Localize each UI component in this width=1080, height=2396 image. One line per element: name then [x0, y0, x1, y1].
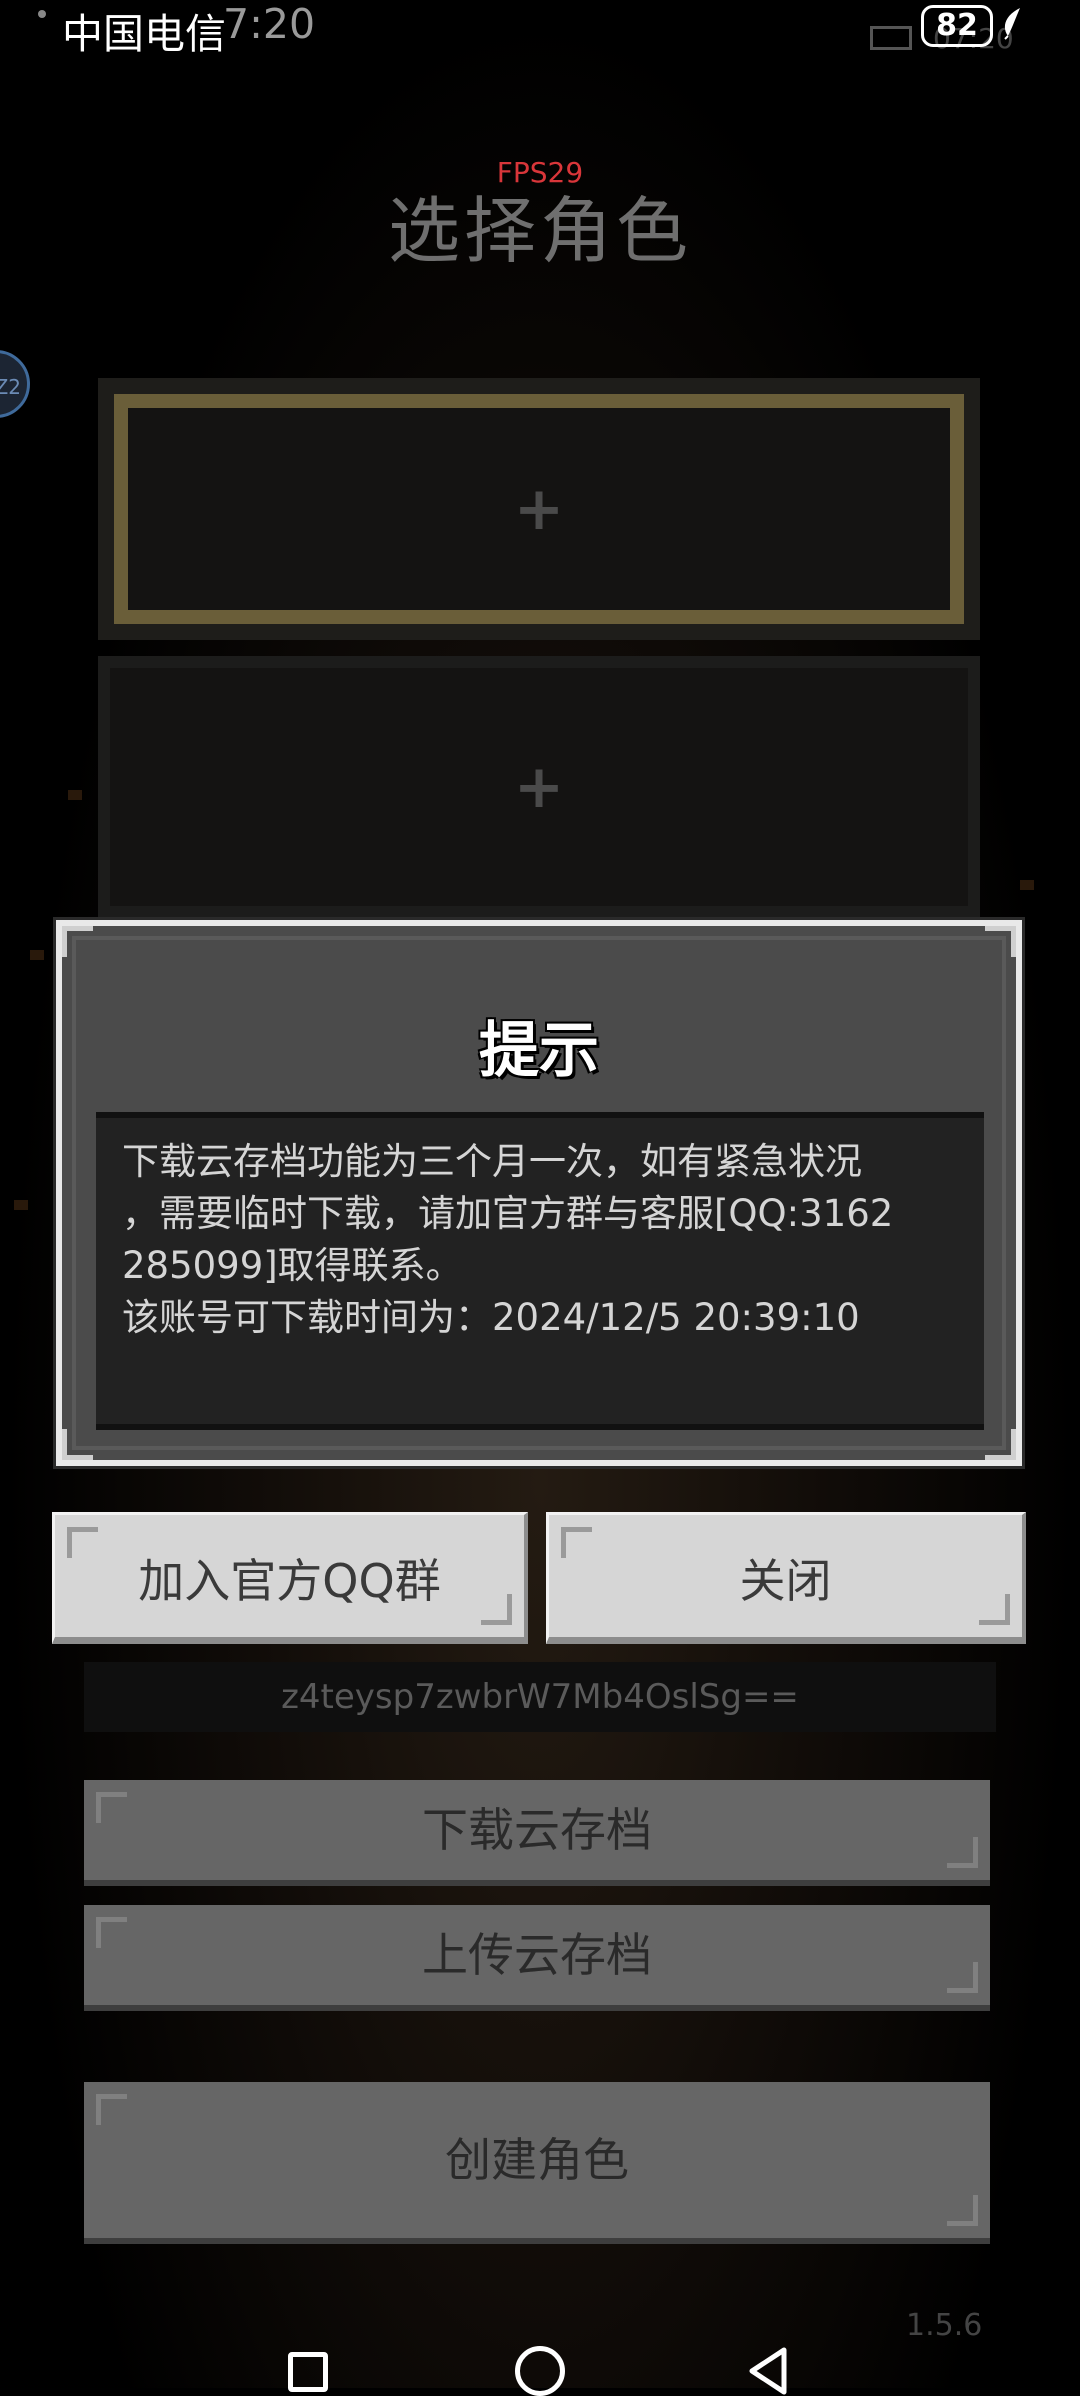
- ember-decoration: [14, 1200, 28, 1210]
- dialog-title: 提示: [479, 1016, 599, 1086]
- status-bar: 中国电信 7:20 07:20 82: [0, 0, 1080, 58]
- page-title: 选择角色: [387, 189, 692, 273]
- corner-decoration: [947, 1837, 978, 1868]
- message-line: 下载云存档功能为三个月一次，如有紧急状况: [122, 1140, 862, 1183]
- corner-decoration: [985, 926, 1016, 957]
- download-cloud-save-button[interactable]: 下载云存档: [84, 1780, 990, 1886]
- corner-decoration: [62, 926, 93, 957]
- create-character-label: 创建角色: [445, 2133, 629, 2187]
- notice-dialog: 提示 下载云存档功能为三个月一次，如有紧急状况 ，需要临时下载，请加官方群与客服…: [56, 920, 1022, 1466]
- corner-decoration: [561, 1527, 592, 1558]
- ember-decoration: [68, 790, 82, 800]
- corner-decoration: [96, 1792, 127, 1823]
- account-code: z4teysp7zwbrW7Mb4OslSg==: [84, 1662, 996, 1732]
- corner-decoration: [985, 1429, 1016, 1460]
- corner-decoration: [947, 1962, 978, 1993]
- create-character-button[interactable]: 创建角色: [84, 2082, 990, 2244]
- corner-decoration: [947, 2195, 978, 2226]
- small-battery-icon: [870, 26, 912, 50]
- battery-level: 82: [921, 5, 993, 47]
- message-line: ，需要临时下载，请加官方群与客服[QQ:3162: [122, 1192, 894, 1235]
- character-slot-2[interactable]: +: [98, 656, 980, 918]
- close-button[interactable]: 关闭: [546, 1512, 1026, 1644]
- message-line: 该账号可下载时间为：2024/12/5 20:39:10: [122, 1296, 860, 1339]
- ember-decoration: [30, 950, 44, 960]
- leaf-icon: [1004, 8, 1020, 40]
- character-slot-1[interactable]: +: [98, 378, 980, 640]
- corner-decoration: [979, 1594, 1010, 1625]
- message-line: 285099]取得联系。: [122, 1244, 463, 1287]
- version-label: 1.5.6: [906, 2308, 983, 2343]
- dialog-message: 下载云存档功能为三个月一次，如有紧急状况 ，需要临时下载，请加官方群与客服[QQ…: [96, 1112, 984, 1430]
- join-qq-group-button[interactable]: 加入官方QQ群: [52, 1512, 528, 1644]
- download-cloud-save-label: 下载云存档: [422, 1803, 652, 1857]
- back-nav-icon[interactable]: [746, 2346, 790, 2396]
- recents-nav-icon[interactable]: [288, 2352, 328, 2392]
- corner-decoration: [481, 1594, 512, 1625]
- join-qq-group-label: 加入官方QQ群: [138, 1554, 441, 1608]
- close-label: 关闭: [739, 1554, 832, 1608]
- corner-decoration: [96, 2094, 127, 2125]
- plus-icon: +: [513, 474, 565, 544]
- status-time: 7:20: [223, 0, 316, 48]
- ember-decoration: [1020, 880, 1034, 890]
- corner-decoration: [67, 1527, 98, 1558]
- plus-icon: +: [513, 752, 565, 822]
- corner-decoration: [96, 1917, 127, 1948]
- carrier-name: 中国电信: [62, 10, 226, 58]
- notification-dot-icon: [38, 10, 46, 18]
- upload-cloud-save-button[interactable]: 上传云存档: [84, 1905, 990, 2011]
- upload-cloud-save-label: 上传云存档: [422, 1928, 652, 1982]
- corner-decoration: [62, 1429, 93, 1460]
- home-nav-icon[interactable]: [515, 2346, 565, 2396]
